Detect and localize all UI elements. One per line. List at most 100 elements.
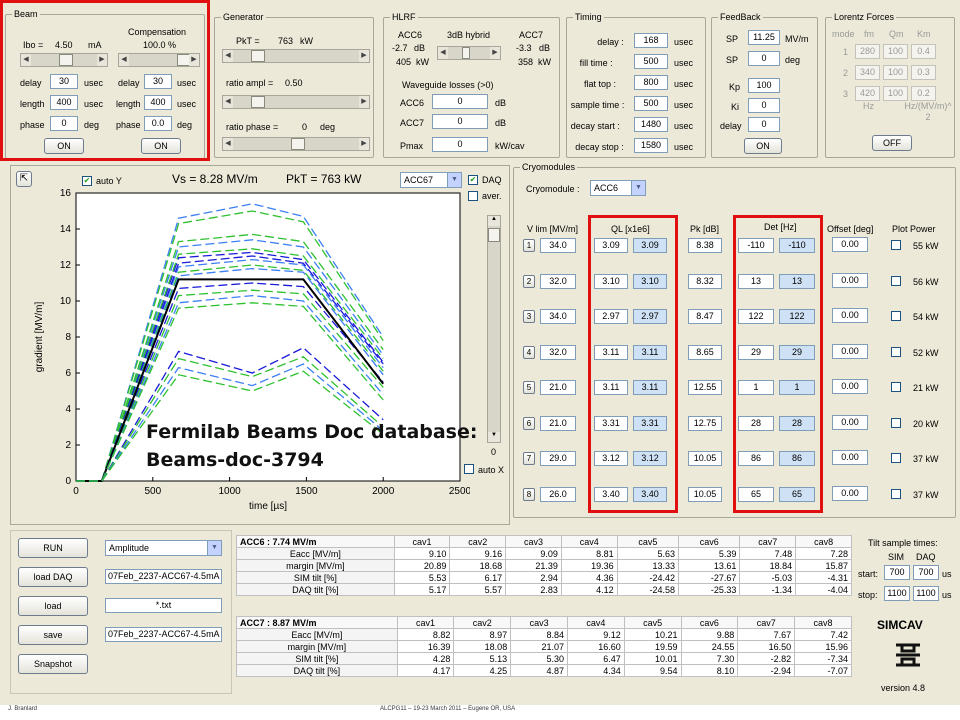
pk-input[interactable]: 8.47 (688, 309, 722, 324)
pkt-slider[interactable]: ◀ ▶ (222, 49, 370, 63)
ql-input[interactable]: 3.11 (594, 344, 628, 360)
det-input[interactable]: 122 (738, 309, 774, 324)
run-button[interactable]: RUN (18, 538, 88, 558)
fb-delay-input[interactable]: 0 (748, 117, 780, 132)
plot-type-select[interactable]: Amplitude ▼ (105, 540, 222, 556)
pk-input[interactable]: 12.55 (688, 380, 722, 395)
offset-input[interactable]: 0.00 (832, 485, 868, 501)
offset-input[interactable]: 0.00 (832, 272, 868, 288)
offset-input[interactable]: 0.00 (832, 308, 868, 323)
compensation-slider[interactable]: ◀ ▶ (118, 53, 200, 67)
pk-input[interactable]: 8.32 (688, 273, 722, 289)
sp-phase-input[interactable]: 0 (748, 51, 780, 66)
comp-length-input[interactable]: 400 (144, 95, 172, 110)
pmax-input[interactable]: 0 (432, 137, 488, 152)
cryomodule-select[interactable]: ACC6 ▼ (590, 180, 646, 196)
det-input[interactable]: -110 (738, 238, 774, 253)
file-pattern-input[interactable]: *.txt (105, 598, 222, 613)
timing-input[interactable]: 500 (634, 96, 668, 111)
cavity-number-button[interactable]: 2 (523, 274, 535, 288)
plot-power-checkbox[interactable] (891, 311, 901, 321)
lorentz-fm-input[interactable]: 340 (855, 65, 880, 80)
daq-file-input[interactable]: 07Feb_2237-ACC67-4.5mA (105, 569, 222, 584)
slider-thumb[interactable] (59, 54, 73, 66)
plot-power-checkbox[interactable] (891, 488, 901, 499)
plot-power-checkbox[interactable] (891, 275, 901, 286)
det-input[interactable]: 1 (738, 380, 774, 395)
offset-input[interactable]: 0.00 (832, 343, 868, 359)
cavity-number-button[interactable]: 8 (523, 487, 535, 501)
load-button[interactable]: load (18, 596, 88, 616)
lorentz-qm-input[interactable]: 100 (883, 86, 908, 101)
ql-input[interactable]: 3.31 (594, 415, 628, 431)
plot-power-checkbox[interactable] (891, 417, 901, 428)
ibo-slider[interactable]: ◀ ▶ (20, 53, 108, 67)
tilt-start-daq-input[interactable]: 700 (913, 565, 939, 580)
ratio-ampl-slider[interactable]: ◀ ▶ (222, 95, 370, 109)
cavity-number-button[interactable]: 3 (523, 310, 535, 323)
plot-power-checkbox[interactable] (891, 240, 901, 250)
offset-input[interactable]: 0.00 (832, 379, 868, 394)
vlim-input[interactable]: 34.0 (540, 309, 576, 324)
feedback-on-button[interactable]: ON (744, 138, 782, 154)
vlim-input[interactable]: 21.0 (540, 415, 576, 431)
compensation-on-button[interactable]: ON (141, 138, 181, 154)
vlim-input[interactable]: 34.0 (540, 238, 576, 253)
vlim-input[interactable]: 26.0 (540, 486, 576, 502)
det-input[interactable]: 86 (738, 451, 774, 466)
slider-thumb[interactable] (251, 96, 265, 108)
pk-input[interactable]: 10.05 (688, 451, 722, 466)
comp-delay-input[interactable]: 30 (144, 74, 172, 89)
timing-input[interactable]: 1480 (634, 117, 668, 132)
ql-input[interactable]: 3.11 (594, 380, 628, 395)
det-input[interactable]: 29 (738, 344, 774, 360)
pk-input[interactable]: 10.05 (688, 486, 722, 502)
ql-input[interactable]: 3.10 (594, 273, 628, 289)
comp-phase-input[interactable]: 0.0 (144, 116, 172, 131)
cavity-number-button[interactable]: 6 (523, 416, 535, 430)
offset-input[interactable]: 0.00 (832, 414, 868, 430)
vlim-input[interactable]: 32.0 (540, 344, 576, 360)
det-input[interactable]: 65 (738, 486, 774, 502)
det-input[interactable]: 28 (738, 415, 774, 431)
plot-power-checkbox[interactable] (891, 453, 901, 463)
cavity-number-button[interactable]: 1 (523, 239, 535, 252)
save-file-input[interactable]: 07Feb_2237-ACC67-4.5mA (105, 627, 222, 642)
offset-input[interactable]: 0.00 (832, 450, 868, 465)
lorentz-qm-input[interactable]: 100 (883, 65, 908, 80)
beam-phase-input[interactable]: 0 (50, 116, 78, 131)
slider-thumb[interactable] (462, 47, 470, 59)
vlim-input[interactable]: 32.0 (540, 273, 576, 289)
cavity-number-button[interactable]: 7 (523, 452, 535, 465)
ratio-phase-slider[interactable]: ◀ ▶ (222, 137, 370, 151)
save-button[interactable]: save (18, 625, 88, 645)
vlim-input[interactable]: 29.0 (540, 451, 576, 466)
beam-delay-input[interactable]: 30 (50, 74, 78, 89)
snapshot-button[interactable]: Snapshot (18, 654, 88, 674)
pk-input[interactable]: 8.38 (688, 238, 722, 253)
tilt-stop-daq-input[interactable]: 1100 (913, 586, 939, 601)
slider-thumb[interactable] (488, 228, 500, 242)
ql-input[interactable]: 3.40 (594, 486, 628, 502)
plot-power-checkbox[interactable] (891, 346, 901, 357)
ki-input[interactable]: 0 (748, 98, 780, 113)
timing-input[interactable]: 500 (634, 54, 668, 69)
hybrid-slider[interactable]: ◀ ▶ (437, 46, 501, 60)
timing-input[interactable]: 800 (634, 75, 668, 90)
plot-vertical-slider[interactable]: ▲ ▼ (487, 215, 501, 443)
timing-input[interactable]: 1580 (634, 138, 668, 153)
ql-input[interactable]: 3.09 (594, 238, 628, 253)
pk-input[interactable]: 12.75 (688, 415, 722, 431)
ql-input[interactable]: 2.97 (594, 309, 628, 324)
lorentz-km-input[interactable]: 0.3 (911, 65, 936, 80)
load-daq-button[interactable]: load DAQ (18, 567, 88, 587)
offset-input[interactable]: 0.00 (832, 237, 868, 252)
lorentz-qm-input[interactable]: 100 (883, 44, 908, 59)
kp-input[interactable]: 100 (748, 78, 780, 93)
beam-length-input[interactable]: 400 (50, 95, 78, 110)
slider-thumb[interactable] (291, 138, 305, 150)
ql-input[interactable]: 3.12 (594, 451, 628, 466)
plot-power-checkbox[interactable] (891, 382, 901, 392)
lorentz-fm-input[interactable]: 280 (855, 44, 880, 59)
tilt-stop-sim-input[interactable]: 1100 (884, 586, 910, 601)
